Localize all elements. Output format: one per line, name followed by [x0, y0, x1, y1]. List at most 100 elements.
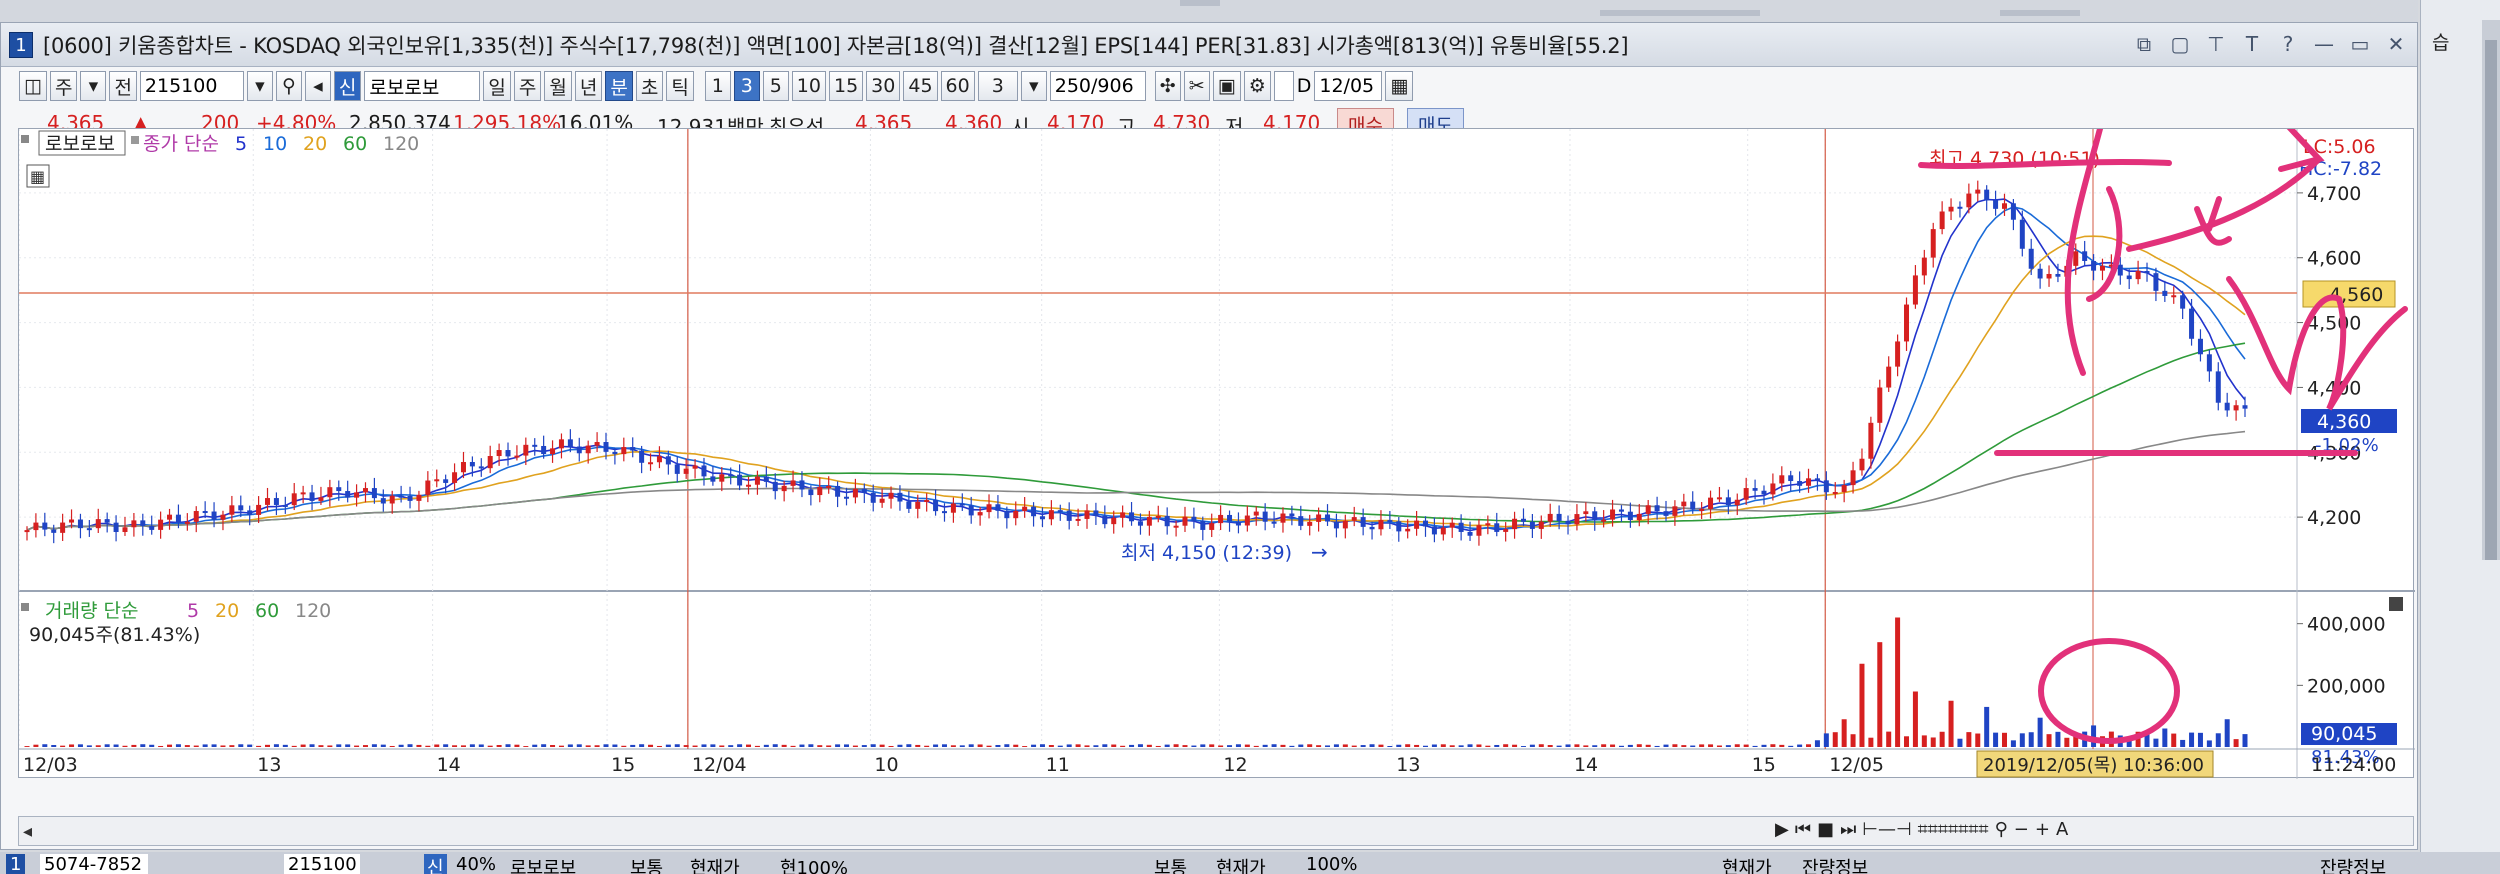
candle-body: [2046, 273, 2052, 279]
text-icon[interactable]: T: [2239, 31, 2265, 57]
time-axis-labels: 12/03 13 14 15 12/04 10 11 12 13 14 15 12/05: [23, 754, 1884, 776]
period-button[interactable]: 분: [605, 71, 633, 101]
date-checkbox[interactable]: [1273, 71, 1294, 101]
font-size-icon[interactable]: A: [2056, 819, 2068, 840]
range-slider-icon[interactable]: ⊢—⊣: [1862, 819, 1911, 840]
volume-bar: [719, 745, 725, 747]
crosshair-icon[interactable]: ✣: [1154, 71, 1181, 101]
volume-bar: [1948, 700, 1954, 747]
help-icon[interactable]: ?: [2275, 31, 2301, 57]
interval-button[interactable]: 3: [733, 71, 760, 101]
candle-body: [924, 500, 930, 503]
zoom-out-icon[interactable]: −: [2014, 819, 2029, 840]
candle-body: [754, 476, 760, 485]
minimize-icon[interactable]: —: [2311, 31, 2337, 57]
tools-icon[interactable]: ⌗⌗⌗⌗⌗⌗⌗: [1918, 819, 1989, 840]
date-field[interactable]: 12/05: [1314, 71, 1383, 101]
candle-body: [844, 496, 850, 499]
interval-button[interactable]: 10: [791, 71, 826, 101]
prefix-button[interactable]: 전: [109, 71, 137, 101]
side-scroll-thumb[interactable]: [2485, 40, 2497, 560]
candle-body: [2162, 290, 2168, 296]
count-field[interactable]: 250/906: [1049, 71, 1146, 101]
window-titlebar[interactable]: 1 [0600] 키움종합차트 - KOSDAQ 외국인보유[1,335(천)]…: [1, 23, 2417, 67]
candle-body: [710, 476, 716, 482]
candle-body: [1218, 514, 1224, 524]
time-axis-label: 14: [1574, 754, 1598, 776]
volume-bar: [86, 745, 92, 747]
volume-bar: [51, 745, 57, 747]
maximize-icon[interactable]: ▭: [2347, 31, 2373, 57]
volume-bar: [345, 744, 351, 747]
save-icon[interactable]: ▣: [1212, 71, 1241, 101]
candle-body: [1859, 458, 1865, 471]
copy-icon[interactable]: ▢: [2167, 31, 2193, 57]
period-button[interactable]: 월: [544, 71, 572, 101]
volume-bar: [1057, 745, 1063, 747]
candle-body: [1912, 275, 1918, 305]
layout-icon[interactable]: ◫: [19, 71, 47, 101]
market-select[interactable]: 주: [49, 71, 78, 101]
candle-body: [1458, 522, 1464, 532]
candle-body: [1271, 521, 1277, 524]
bottom-account[interactable]: 5074-7852: [40, 854, 148, 874]
zoom-icon[interactable]: ⚲: [1995, 819, 2008, 840]
rewind-icon[interactable]: ⏮: [1795, 819, 1811, 840]
interval-dropdown-icon[interactable]: ▾: [1020, 71, 1047, 101]
interval-button[interactable]: 1: [704, 71, 731, 101]
volume-bar: [701, 744, 707, 747]
candle-body: [897, 492, 903, 502]
candle-body: [1102, 515, 1108, 525]
candle-body: [1966, 193, 1972, 208]
speaker-icon[interactable]: ◂: [304, 71, 331, 101]
chart-scroll-bar[interactable]: ◂ ▶ ⏮ ■ ⏭ ⊢—⊣ ⌗⌗⌗⌗⌗⌗⌗ ⚲ − + A: [18, 816, 2414, 846]
period-button[interactable]: 주: [513, 71, 542, 101]
scroll-left-icon[interactable]: ◂: [23, 821, 32, 842]
candle-body: [140, 520, 146, 526]
table-icon[interactable]: ▦: [30, 167, 45, 186]
code-dropdown-icon[interactable]: ▾: [246, 71, 273, 101]
interval-button[interactable]: 45: [903, 71, 938, 101]
stop-icon[interactable]: ■: [1817, 819, 1834, 840]
panel-collapse-icon[interactable]: [2389, 597, 2403, 611]
search-icon[interactable]: ⚲: [275, 71, 302, 101]
calendar-icon[interactable]: ▦: [1385, 71, 1414, 101]
legend-marker-2: [131, 136, 139, 144]
candle-body: [1146, 516, 1152, 526]
volume-bar: [1592, 745, 1598, 747]
link-icon[interactable]: ⧉: [2131, 31, 2157, 57]
forward-icon[interactable]: ⏭: [1840, 819, 1856, 840]
interval-value[interactable]: 3: [977, 71, 1018, 101]
bottom-code[interactable]: 215100: [284, 854, 360, 874]
volume-bar: [1280, 744, 1286, 747]
interval-button[interactable]: 5: [762, 71, 789, 101]
pin-icon[interactable]: ⊤: [2203, 31, 2229, 57]
candle-body: [273, 498, 279, 505]
candle-body: [1877, 387, 1883, 423]
candle-body: [1075, 518, 1081, 521]
close-icon[interactable]: ✕: [2383, 31, 2409, 57]
period-button[interactable]: 년: [574, 71, 603, 101]
scissors-icon[interactable]: ✂: [1183, 71, 1210, 101]
chart-area[interactable]: 로보로보 종가 단순 5 10 20 60 120 ▦ 최고 4,730 (10:51)…: [18, 122, 2415, 779]
volume-tick-label: 400,000: [2307, 614, 2386, 636]
candle-body: [746, 484, 752, 487]
stock-name-field[interactable]: 로보로보: [364, 71, 481, 101]
period-button[interactable]: 초: [635, 71, 664, 101]
volume-bar: [1467, 744, 1473, 747]
candle-body: [1850, 470, 1856, 486]
interval-button[interactable]: 30: [866, 71, 901, 101]
interval-button[interactable]: 15: [828, 71, 864, 101]
chevron-down-icon[interactable]: ▾: [80, 71, 107, 101]
period-button[interactable]: 일: [483, 71, 511, 101]
interval-button[interactable]: 60: [940, 71, 975, 101]
zoom-in-icon[interactable]: +: [2035, 819, 2050, 840]
bottom-badge: 1: [6, 854, 26, 874]
play-icon[interactable]: ▶: [1775, 819, 1789, 840]
time-axis-label: 10: [874, 754, 898, 776]
stock-code-input[interactable]: 215100: [139, 71, 244, 101]
period-button[interactable]: 틱: [666, 71, 694, 101]
gear-icon[interactable]: ⚙: [1243, 71, 1271, 101]
volume-bar: [728, 745, 734, 747]
candle-body: [1734, 499, 1740, 506]
